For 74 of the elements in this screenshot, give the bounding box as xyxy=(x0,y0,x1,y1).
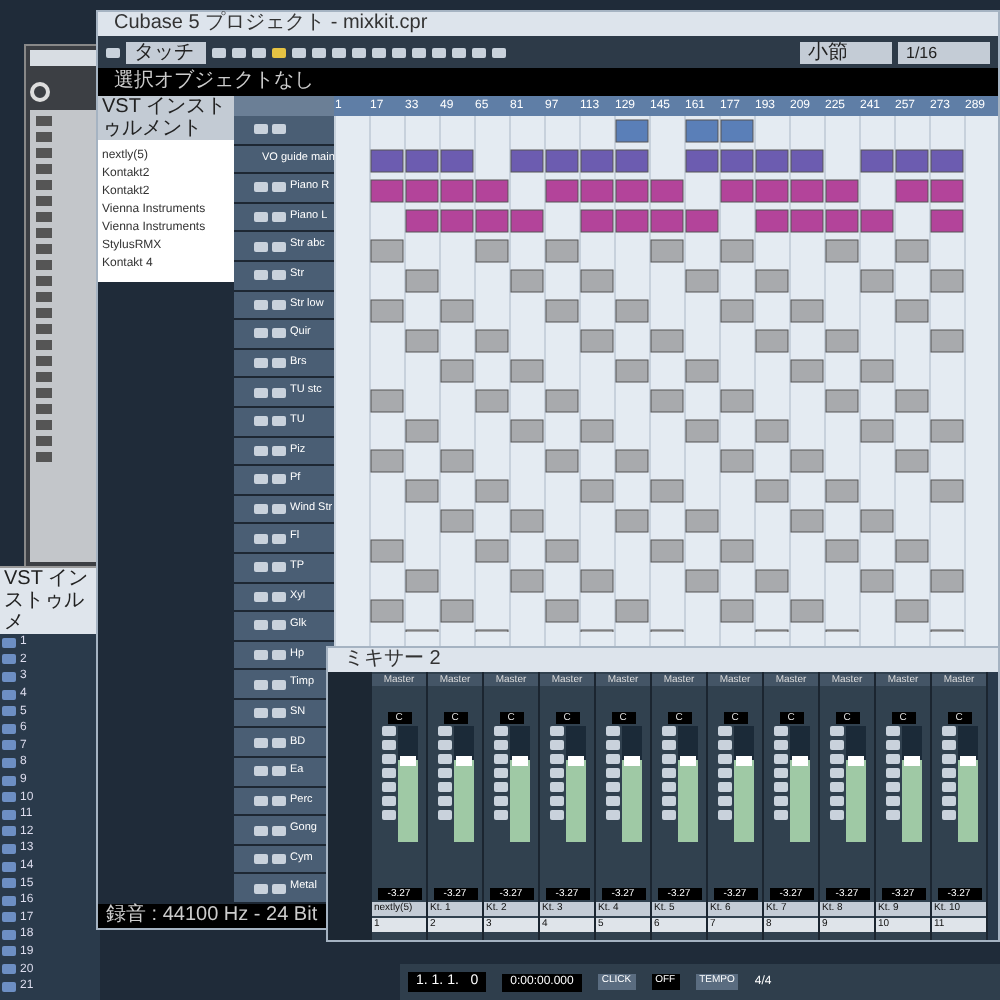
solo-button[interactable] xyxy=(272,445,286,456)
solo-button[interactable] xyxy=(272,533,286,544)
grid-dropdown[interactable]: 小節 xyxy=(800,41,892,63)
solo-button[interactable] xyxy=(272,182,286,193)
mute-button[interactable] xyxy=(254,591,268,602)
solo-button[interactable] xyxy=(272,504,286,515)
fader-handle[interactable] xyxy=(511,756,527,767)
mute-button[interactable] xyxy=(254,795,268,806)
solo-button[interactable] xyxy=(272,328,286,339)
quantize-dropdown[interactable]: 1/16 xyxy=(898,41,990,63)
mute-button[interactable] xyxy=(254,854,268,865)
fader-handle[interactable] xyxy=(847,756,863,767)
solo-button[interactable] xyxy=(272,620,286,631)
solo-button[interactable] xyxy=(272,825,286,836)
solo-button[interactable] xyxy=(272,212,286,223)
mute-button[interactable] xyxy=(254,883,268,894)
mute-button[interactable] xyxy=(254,299,268,310)
logo-icon xyxy=(30,82,50,102)
solo-button[interactable] xyxy=(272,299,286,310)
solo-button[interactable] xyxy=(272,854,286,865)
fader-handle[interactable] xyxy=(791,756,807,767)
solo-button[interactable] xyxy=(272,416,286,427)
solo-button[interactable] xyxy=(272,795,286,806)
track-header[interactable] xyxy=(234,116,334,146)
mute-button[interactable] xyxy=(254,182,268,193)
mute-button[interactable] xyxy=(254,737,268,748)
mute-button[interactable] xyxy=(254,708,268,719)
solo-button[interactable] xyxy=(272,124,286,135)
mute-button[interactable] xyxy=(254,416,268,427)
window-title: Cubase 5 プロジェクト - mixkit.cpr xyxy=(98,12,998,36)
automation-dropdown[interactable]: タッチ xyxy=(126,41,206,63)
solo-button[interactable] xyxy=(272,270,286,281)
mute-button[interactable] xyxy=(254,387,268,398)
title-bar xyxy=(30,50,98,66)
solo-button[interactable] xyxy=(272,591,286,602)
window-title: ミキサー 2 xyxy=(328,648,998,672)
mute-button[interactable] xyxy=(254,445,268,456)
mute-button[interactable] xyxy=(254,766,268,777)
solo-button[interactable] xyxy=(272,737,286,748)
mute-button[interactable] xyxy=(254,562,268,573)
fader-handle[interactable] xyxy=(623,756,639,767)
mute-button[interactable] xyxy=(254,474,268,485)
fader-handle[interactable] xyxy=(959,756,975,767)
fader-handle[interactable] xyxy=(399,756,415,767)
solo-button[interactable] xyxy=(272,883,286,894)
fader-handle[interactable] xyxy=(567,756,583,767)
inspector-title[interactable]: VST インストゥルメント xyxy=(98,96,234,140)
mute-button[interactable] xyxy=(254,241,268,252)
solo-button[interactable] xyxy=(272,474,286,485)
fader-handle[interactable] xyxy=(679,756,695,767)
mute-button[interactable] xyxy=(254,533,268,544)
mute-button[interactable] xyxy=(254,620,268,631)
mute-button[interactable] xyxy=(254,679,268,690)
window-title: VST インストゥルメ xyxy=(0,568,100,634)
solo-button[interactable] xyxy=(272,679,286,690)
solo-button[interactable] xyxy=(272,358,286,369)
mute-button[interactable] xyxy=(254,212,268,223)
fader-handle[interactable] xyxy=(455,756,471,767)
solo-button[interactable] xyxy=(272,241,286,252)
mute-button[interactable] xyxy=(254,124,268,135)
mute-button[interactable] xyxy=(254,649,268,660)
solo-button[interactable] xyxy=(272,766,286,777)
solo-button[interactable] xyxy=(272,649,286,660)
toolbar-button[interactable] xyxy=(106,47,120,57)
solo-button[interactable] xyxy=(272,562,286,573)
solo-button[interactable] xyxy=(272,387,286,398)
mute-button[interactable] xyxy=(254,270,268,281)
mute-button[interactable] xyxy=(254,825,268,836)
mute-button[interactable] xyxy=(254,328,268,339)
mute-button[interactable] xyxy=(254,358,268,369)
solo-button[interactable] xyxy=(272,708,286,719)
mute-button[interactable] xyxy=(254,504,268,515)
fader-handle[interactable] xyxy=(735,756,751,767)
fader-handle[interactable] xyxy=(903,756,919,767)
